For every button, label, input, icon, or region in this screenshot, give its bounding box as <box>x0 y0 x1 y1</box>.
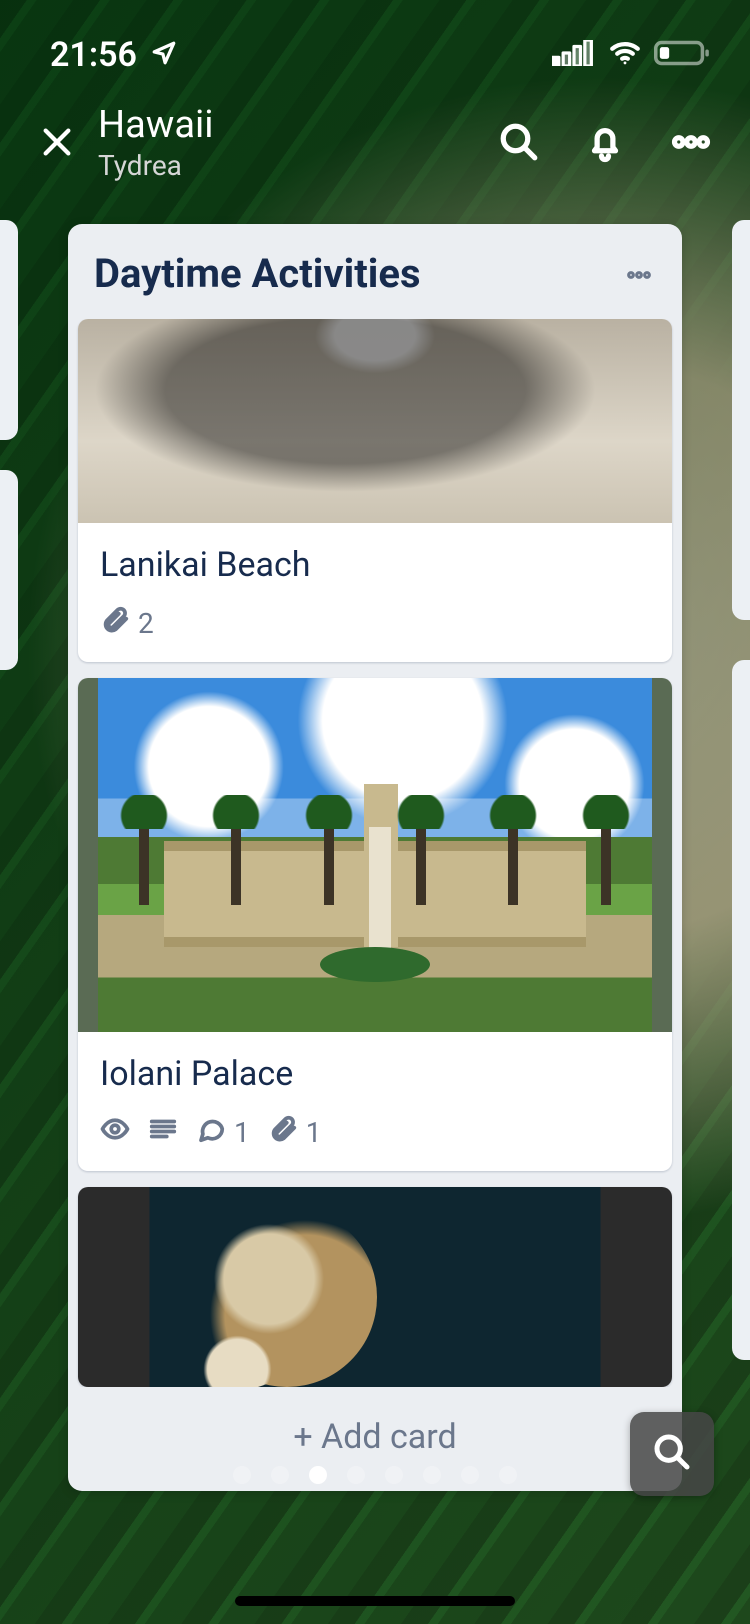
attachment-count: 1 <box>306 1116 322 1149</box>
next-list-peek[interactable] <box>732 220 750 620</box>
pager-dot[interactable] <box>347 1466 365 1484</box>
list-column: Daytime Activities Lanikai Beach 2 <box>68 224 682 1491</box>
quick-search-fab[interactable] <box>630 1412 714 1496</box>
card-cover-image <box>78 678 672 1032</box>
pager-dot[interactable] <box>271 1466 289 1484</box>
search-icon <box>652 1432 692 1476</box>
status-time: 21:56 <box>50 35 137 75</box>
more-horizontal-icon <box>670 148 712 167</box>
list-title[interactable]: Daytime Activities <box>94 250 421 297</box>
attachment-badge: 2 <box>100 605 154 642</box>
list-menu-button[interactable] <box>624 264 654 283</box>
board-menu-button[interactable] <box>670 121 712 167</box>
prev-list-peek[interactable] <box>0 220 18 440</box>
comment-count: 1 <box>234 1116 250 1149</box>
description-badge <box>148 1114 178 1151</box>
comments-badge: 1 <box>196 1114 250 1151</box>
pager-dot[interactable] <box>385 1466 403 1484</box>
close-button[interactable] <box>26 125 88 163</box>
bell-icon <box>584 148 626 167</box>
card[interactable]: Iolani Palace <box>78 678 672 1171</box>
board-title[interactable]: Hawaii <box>98 106 498 146</box>
location-arrow-icon <box>151 35 177 75</box>
attachment-icon <box>268 1114 298 1151</box>
attachment-icon <box>100 605 130 642</box>
attachment-badge: 1 <box>268 1114 322 1151</box>
pager-dot[interactable] <box>309 1466 327 1484</box>
board-header: Hawaii Tydrea <box>0 90 750 198</box>
card[interactable]: Lanikai Beach 2 <box>78 319 672 662</box>
prev-list-peek[interactable] <box>0 470 18 670</box>
card[interactable] <box>78 1187 672 1387</box>
more-horizontal-icon <box>624 264 654 283</box>
card-cover-image <box>78 1187 672 1387</box>
notifications-button[interactable] <box>584 121 626 167</box>
card-title: Iolani Palace <box>100 1054 650 1094</box>
comment-icon <box>196 1114 226 1151</box>
team-name: Tydrea <box>98 149 498 182</box>
cellular-signal-icon <box>552 40 596 70</box>
watching-badge <box>100 1114 130 1151</box>
pager-dot[interactable] <box>233 1466 251 1484</box>
description-icon <box>148 1114 178 1151</box>
pager-dot[interactable] <box>461 1466 479 1484</box>
attachment-count: 2 <box>138 607 154 640</box>
search-icon <box>498 148 540 167</box>
close-icon <box>40 144 74 163</box>
card-title: Lanikai Beach <box>100 545 650 585</box>
search-button[interactable] <box>498 121 540 167</box>
card-cover-image <box>78 319 672 523</box>
home-indicator[interactable] <box>235 1596 515 1606</box>
pager-dot[interactable] <box>423 1466 441 1484</box>
status-bar: 21:56 <box>0 0 750 90</box>
wifi-icon <box>608 36 642 74</box>
next-list-peek[interactable] <box>732 660 750 1360</box>
eye-icon <box>100 1114 130 1151</box>
pager-dot[interactable] <box>499 1466 517 1484</box>
battery-low-icon <box>654 39 710 71</box>
